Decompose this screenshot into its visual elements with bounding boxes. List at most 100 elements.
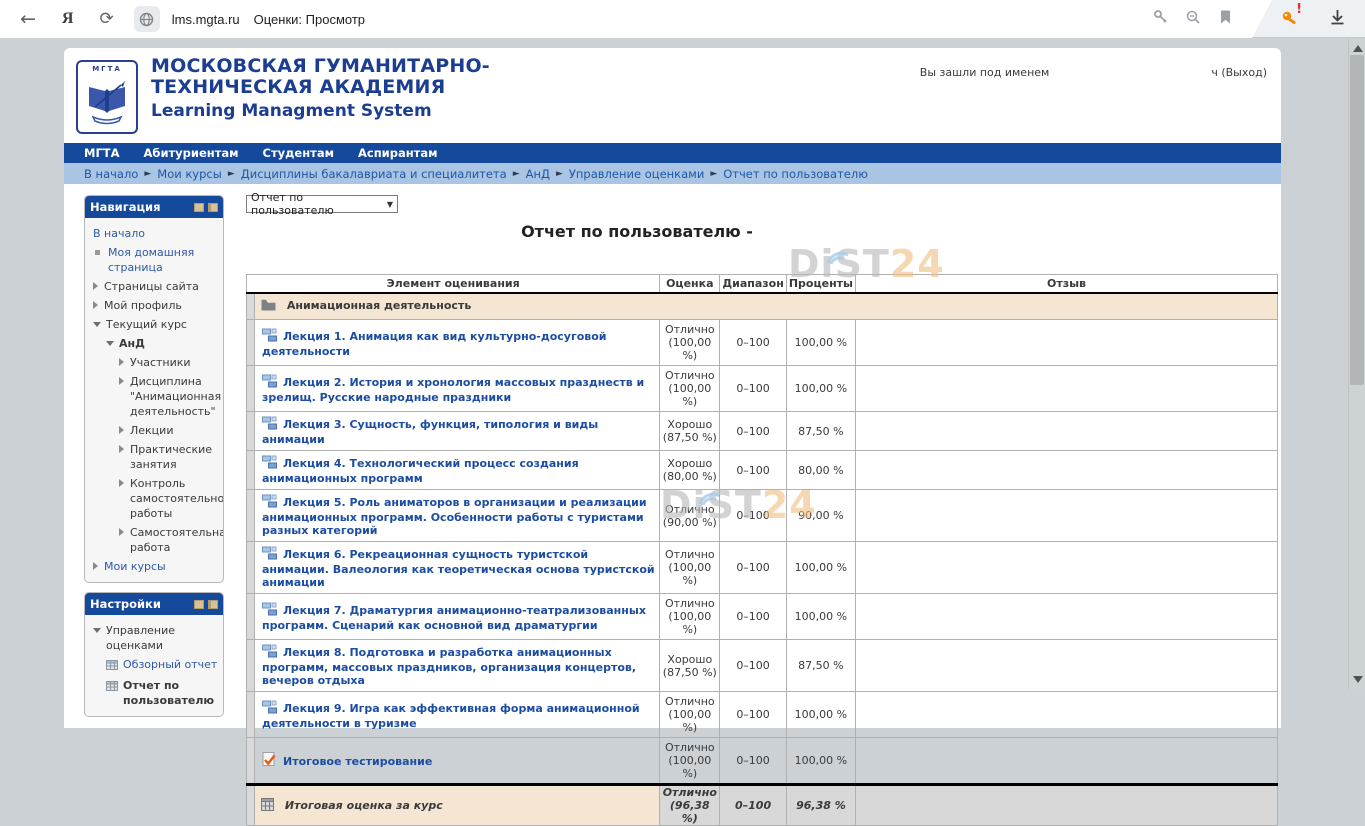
breadcrumb-course[interactable]: АнД <box>526 167 550 181</box>
refresh-icon[interactable]: ⟳ <box>99 11 113 28</box>
back-icon[interactable]: ← <box>20 10 36 29</box>
mgta-logo[interactable]: МГТА <box>76 60 138 134</box>
sidebar-item-lectures[interactable]: Лекции <box>85 421 220 440</box>
zoom-page-icon[interactable] <box>1185 9 1202 30</box>
lesson-icon <box>262 602 277 619</box>
block-hide-icon[interactable] <box>194 600 204 609</box>
feedback-cell <box>856 542 1278 594</box>
feedback-cell <box>856 640 1278 692</box>
sidebar-item-my-courses[interactable]: Мои курсы <box>85 557 220 576</box>
nav-aspirantam[interactable]: Аспирантам <box>358 146 437 160</box>
lecture-link[interactable]: Лекция 1. Анимация как вид культурно-дос… <box>262 330 607 358</box>
breadcrumb-disciplines[interactable]: Дисциплины бакалавриата и специалитета <box>241 167 507 181</box>
expand-icon[interactable] <box>119 377 124 385</box>
collapse-icon[interactable] <box>106 341 114 346</box>
sidebar-item-my-home[interactable]: Моя домашняя страница <box>85 243 220 277</box>
feedback-cell <box>856 366 1278 412</box>
feedback-cell <box>856 785 1278 826</box>
sidebar-item-home[interactable]: В начало <box>85 224 220 243</box>
breadcrumb-separator-icon: ► <box>228 169 235 179</box>
block-dock-icon[interactable] <box>208 600 218 609</box>
final-test-link[interactable]: Итоговое тестирование <box>283 755 432 768</box>
table-row: Лекция 3. Сущность, функция, типология и… <box>247 412 1278 451</box>
site-header: МГТА МОСКОВСКАЯ ГУМАНИТАРНО- ТЕХНИЧЕСКАЯ… <box>64 48 1281 143</box>
password-alert-icon[interactable]: ! <box>1281 10 1302 28</box>
report-type-select[interactable]: Отчет по пользователю ▼ <box>246 195 398 213</box>
settings-item-overview-report[interactable]: Обзорный отчет <box>85 655 220 676</box>
collapse-icon[interactable] <box>93 322 101 327</box>
grade-report-table: Элемент оценивания Оценка Диапазон Проце… <box>246 274 1278 826</box>
lecture-link[interactable]: Лекция 8. Подготовка и разработка анимац… <box>262 646 636 687</box>
block-hide-icon[interactable] <box>194 203 204 212</box>
lecture-link[interactable]: Лекция 9. Игра как эффективная форма ани… <box>262 702 640 730</box>
breadcrumb-home[interactable]: В начало <box>84 167 138 181</box>
expand-icon[interactable] <box>93 282 98 290</box>
lecture-link[interactable]: Лекция 7. Драматургия анимационно-театра… <box>262 604 646 632</box>
col-range: Диапазон <box>720 275 787 294</box>
lecture-link[interactable]: Лекция 5. Роль аниматоров в организации … <box>262 496 647 537</box>
sidebar-item-my-profile[interactable]: Мой профиль <box>85 296 220 315</box>
scroll-down-icon[interactable] <box>1353 676 1363 683</box>
lesson-icon <box>262 374 277 391</box>
lecture-link[interactable]: Лекция 3. Сущность, функция, типология и… <box>262 418 598 446</box>
table-row: Лекция 4. Технологический процесс создан… <box>247 451 1278 490</box>
settings-item-grade-admin[interactable]: Управление оценками <box>85 621 220 655</box>
site-globe-icon[interactable] <box>134 6 160 32</box>
sidebar-item-current-course[interactable]: Текущий курс <box>85 315 220 334</box>
expand-icon[interactable] <box>119 426 124 434</box>
sidebar-item-practice[interactable]: Практические занятия <box>85 440 220 474</box>
expand-icon[interactable] <box>119 358 124 366</box>
yandex-browser-icon[interactable]: Я <box>62 10 74 28</box>
password-key-icon[interactable] <box>1153 9 1169 29</box>
collapse-icon[interactable] <box>93 628 101 633</box>
folder-icon <box>261 299 276 314</box>
breadcrumb-my-courses[interactable]: Мои курсы <box>157 167 222 181</box>
url-text[interactable]: lms.mgta.ru <box>172 12 240 27</box>
nav-abiturientam[interactable]: Абитуриентам <box>144 146 239 160</box>
sidebar-item-site-pages[interactable]: Страницы сайта <box>85 277 220 296</box>
expand-icon[interactable] <box>119 528 124 536</box>
table-row: Лекция 1. Анимация как вид культурно-дос… <box>247 320 1278 366</box>
breadcrumb-separator-icon: ► <box>144 169 151 179</box>
academy-title-line1: МОСКОВСКАЯ ГУМАНИТАРНО- <box>151 56 490 77</box>
nav-mgta[interactable]: МГТА <box>84 146 120 160</box>
nav-studentam[interactable]: Студентам <box>263 146 334 160</box>
page-title: Отчет по пользователю - <box>246 222 1278 241</box>
expand-icon[interactable] <box>93 301 98 309</box>
chevron-down-icon: ▼ <box>387 200 393 209</box>
download-icon[interactable] <box>1328 8 1347 31</box>
settings-block-title: Настройки <box>90 597 161 611</box>
breadcrumb-grades-admin[interactable]: Управление оценками <box>569 167 704 181</box>
feedback-cell <box>856 412 1278 451</box>
sidebar-item-and-course[interactable]: АнД <box>85 334 220 353</box>
block-dock-icon[interactable] <box>208 203 218 212</box>
lesson-icon <box>262 416 277 433</box>
expand-icon[interactable] <box>119 445 124 453</box>
lecture-link[interactable]: Лекция 4. Технологический процесс создан… <box>262 457 579 485</box>
sidebar-item-selfwork[interactable]: Самостоятельная работа <box>85 523 220 557</box>
lecture-link[interactable]: Лекция 2. История и хронология массовых … <box>262 376 644 404</box>
lecture-link[interactable]: Лекция 6. Рекреационная сущность туристс… <box>262 548 655 589</box>
scrollbar-thumb[interactable] <box>1350 55 1364 385</box>
lesson-icon <box>262 644 277 661</box>
expand-icon[interactable] <box>119 479 124 487</box>
breadcrumb-user-report[interactable]: Отчет по пользователю <box>723 167 868 181</box>
sidebar-item-participants[interactable]: Участники <box>85 353 220 372</box>
scroll-up-icon[interactable] <box>1353 45 1363 52</box>
settings-item-user-report[interactable]: Отчет по пользователю <box>85 676 220 710</box>
calc-icon <box>261 798 274 814</box>
category-row: Анимационная деятельность <box>247 293 1278 320</box>
lesson-icon <box>262 700 277 717</box>
feedback-cell <box>856 594 1278 640</box>
bookmark-icon[interactable] <box>1218 9 1233 29</box>
sidebar-item-discipline[interactable]: Дисциплина "Анимационная деятельность" <box>85 372 220 421</box>
expand-icon[interactable] <box>93 562 98 570</box>
logout-link[interactable]: ч (Выход) <box>1211 66 1267 79</box>
sidebar-item-control[interactable]: Контроль самостоятельной работы <box>85 474 220 523</box>
breadcrumb: В начало ► Мои курсы ► Дисциплины бакала… <box>64 163 1281 184</box>
breadcrumb-separator-icon: ► <box>556 169 563 179</box>
col-feedback: Отзыв <box>856 275 1278 294</box>
report-grid-icon <box>106 680 118 695</box>
page-card: МГТА МОСКОВСКАЯ ГУМАНИТАРНО- ТЕХНИЧЕСКАЯ… <box>64 48 1281 728</box>
vertical-scrollbar[interactable] <box>1348 39 1365 689</box>
